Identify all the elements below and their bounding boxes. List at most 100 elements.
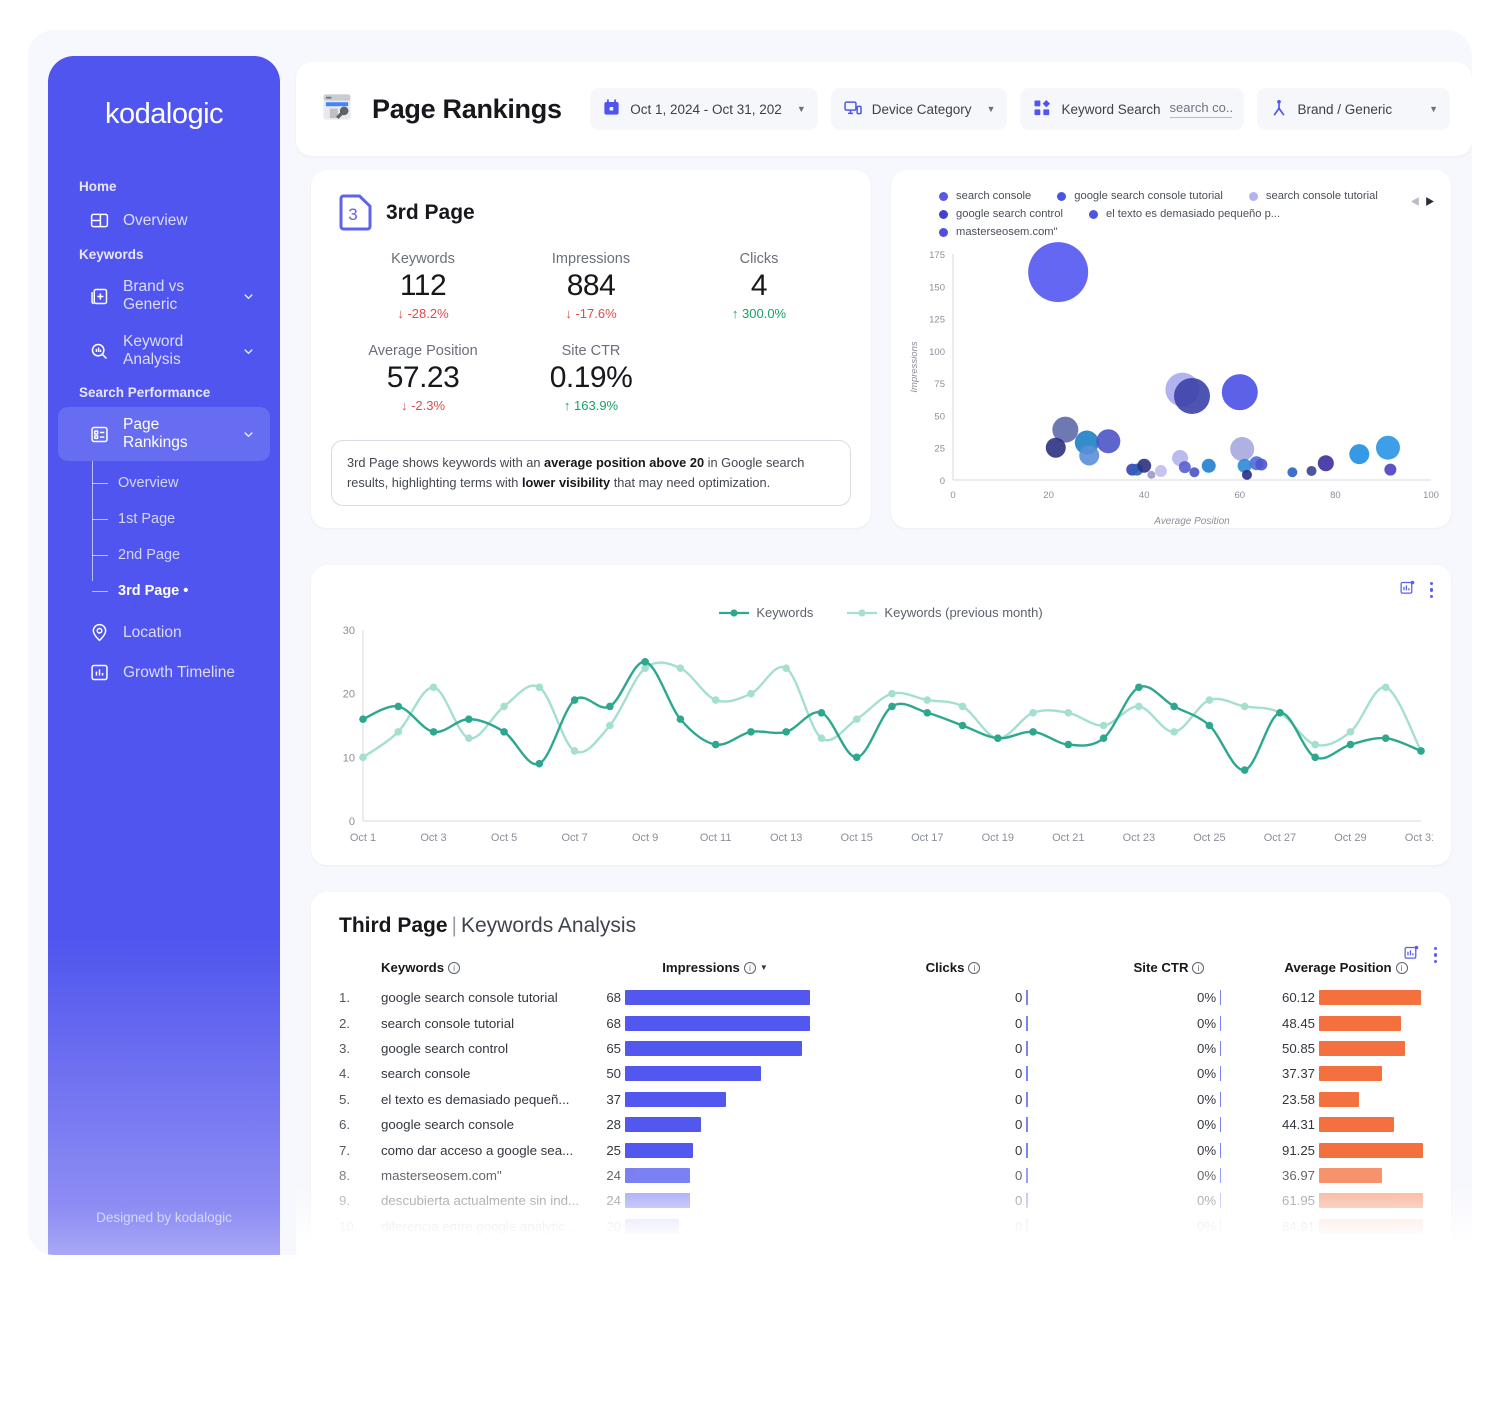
table-row[interactable]: 9. descubierta actualmente sin ind... 24 0 0… [339,1188,1423,1213]
sidebar-subitem-overview[interactable]: Overview [92,465,280,501]
legend-pager[interactable] [1410,194,1435,212]
table-col-site-ctr[interactable]: Site CTR i [1069,946,1269,985]
info-icon[interactable]: i [448,962,461,974]
more-options-icon[interactable] [1429,581,1433,599]
row-impressions: 28 [593,1112,837,1137]
row-average-position: 37.37 [1269,1061,1423,1086]
sidebar-subitem-2nd-page[interactable]: 2nd Page [92,537,280,573]
svg-text:0: 0 [940,476,945,487]
average-position-bar [1319,1117,1394,1133]
row-clicks: 0 [837,1163,1069,1188]
row-clicks: 0 [837,1112,1069,1137]
table-row[interactable]: 1. google search console tutorial 68 0 0% 60.… [339,985,1423,1010]
line-chart-plot: 0 10 20 30 Oct 1 Oct 3 Oct 5 Oct 7 Oct 9 Oct 11 Oc… [343,625,1437,844]
sidebar-item-location[interactable]: Location [58,613,270,652]
site-ctr-value: 0% [1197,1015,1217,1031]
table-row[interactable]: 6. google search console 28 0 0% 44.31 [339,1112,1423,1137]
svg-text:Oct 9: Oct 9 [632,832,658,844]
kpi-delta-value: -17.6% [575,306,617,321]
row-index: 7. [339,1142,351,1158]
row-index: 6. [339,1117,351,1133]
date-range-filter[interactable]: Oct 1, 2024 - Oct 31, 202 ▼ [590,88,818,130]
table-row[interactable]: 3. google search control 65 0 0% 50.85 [339,1036,1423,1061]
average-position-value: 37.37 [1281,1066,1315,1082]
line-legend-item[interactable]: Keywords (previous month) [847,605,1043,620]
chevron-down-icon[interactable]: ▼ [1429,104,1438,114]
row-site-ctr: 0% [1069,1036,1269,1061]
table-row[interactable]: 5. el texto es demasiado pequeñ... 37 0 0% 23… [339,1087,1423,1112]
legend-next-icon[interactable] [1424,194,1435,212]
row-impressions: 25 [593,1137,837,1162]
bubble-legend-item[interactable]: search console [939,190,1031,202]
export-chart-icon[interactable] [1399,579,1416,601]
sidebar-subitem-3rd-page[interactable]: 3rd Page • [92,573,280,609]
header-filters: Oct 1, 2024 - Oct 31, 202 ▼ Device Categ… [590,88,1450,130]
bubble-legend-item[interactable]: google search console tutorial [1057,190,1223,202]
bubble-legend-item[interactable]: masterseosem.com" [939,226,1058,238]
chevron-down-icon[interactable] [241,427,256,442]
row-index: 1. [339,990,351,1006]
row-index: 9. [339,1193,351,1209]
row-impressions: 17 [593,1239,837,1255]
svg-text:175: 175 [929,250,945,261]
table-row[interactable]: 11.¿qué es lo que los informes de ...17 0… [339,1239,1423,1255]
chevron-down-icon[interactable] [241,344,256,359]
average-position-value: 36.97 [1281,1167,1315,1183]
kpi-label: Site CTR [561,343,621,359]
svg-text:Oct 25: Oct 25 [1193,832,1225,844]
chevron-down-icon[interactable]: ▼ [987,104,996,114]
table-row[interactable]: 2. search console tutorial 68 0 0% 48.45 [339,1010,1423,1035]
row-site-ctr: 0% [1069,1087,1269,1112]
table-col-clicks[interactable]: Clicks i [837,946,1069,985]
sidebar-item-overview[interactable]: Overview [58,201,270,240]
bubble-legend-item[interactable]: search console tutorial [1248,190,1378,202]
keyword-search-filter[interactable]: Keyword Search [1020,88,1244,130]
sidebar-item-page-rankings[interactable]: Page Rankings [58,407,270,461]
svg-text:25: 25 [934,444,945,455]
table-row[interactable]: 8. masterseosem.com" 24 0 0% 36.97 [339,1163,1423,1188]
device-category-filter[interactable]: Device Category ▼ [830,88,1008,130]
row-index: 3. [339,1040,351,1056]
bubble-legend-item[interactable]: el texto es demasiado pequeño p... [1088,208,1280,220]
row-average-position: 60.12 [1269,985,1423,1010]
sidebar-item-keyword-analysis[interactable]: Keyword Analysis [58,324,270,378]
table-col-impressions[interactable]: Impressions i ▼ [593,946,837,985]
table-row[interactable]: 7. como dar acceso a google sea... 25 0 0% 91… [339,1137,1423,1162]
svg-text:Oct 17: Oct 17 [911,832,943,844]
line-legend-item[interactable]: Keywords [719,605,813,620]
svg-text:Oct 27: Oct 27 [1264,832,1296,844]
site-ctr-value: 0% [1197,1218,1217,1234]
sort-descending-icon[interactable]: ▼ [760,963,768,972]
table-row[interactable]: 10. diferencia entre google analytic... 20… [339,1214,1423,1239]
row-index: 11. [339,1239,381,1255]
clicks-value: 0 [1015,1015,1023,1031]
site-ctr-value: 0% [1197,1066,1217,1082]
more-options-icon[interactable] [1433,946,1437,964]
info-icon[interactable]: i [968,962,981,974]
row-average-position: 91.25 [1269,1137,1423,1162]
info-icon[interactable]: i [743,962,756,974]
info-icon[interactable]: i [1192,962,1205,974]
keyword-search-input[interactable] [1169,100,1232,118]
svg-text:Impressions: Impressions [909,341,920,392]
chevron-down-icon[interactable] [241,289,256,304]
impressions-bar [625,990,810,1006]
table-row[interactable]: 4. search console 50 0 0% 37.37 [339,1061,1423,1086]
table-col-average-position[interactable]: Average Position i [1269,946,1423,985]
row-keyword: search console [381,1066,471,1082]
sidebar-item-growth-timeline[interactable]: Growth Timeline [58,653,270,692]
bubble-legend-item[interactable]: google search control [939,208,1063,220]
table-col-keywords[interactable]: Keywords i [381,946,593,985]
row-average-position: 61.95 [1269,1188,1423,1213]
legend-prev-icon[interactable] [1410,194,1421,212]
impressions-bar [625,1091,726,1107]
chevron-down-icon[interactable]: ▼ [797,104,806,114]
export-table-icon[interactable] [1403,944,1420,966]
svg-text:Oct 31: Oct 31 [1405,832,1433,844]
sidebar-item-brand-vs-generic[interactable]: Brand vs Generic [58,269,270,323]
clicks-value: 0 [1015,1218,1023,1234]
sidebar-subitem-1st-page[interactable]: 1st Page [92,501,280,537]
brand-generic-filter[interactable]: Brand / Generic ▼ [1256,88,1450,130]
row-keyword: masterseosem.com" [381,1167,502,1183]
row-index: 10. [339,1218,358,1234]
